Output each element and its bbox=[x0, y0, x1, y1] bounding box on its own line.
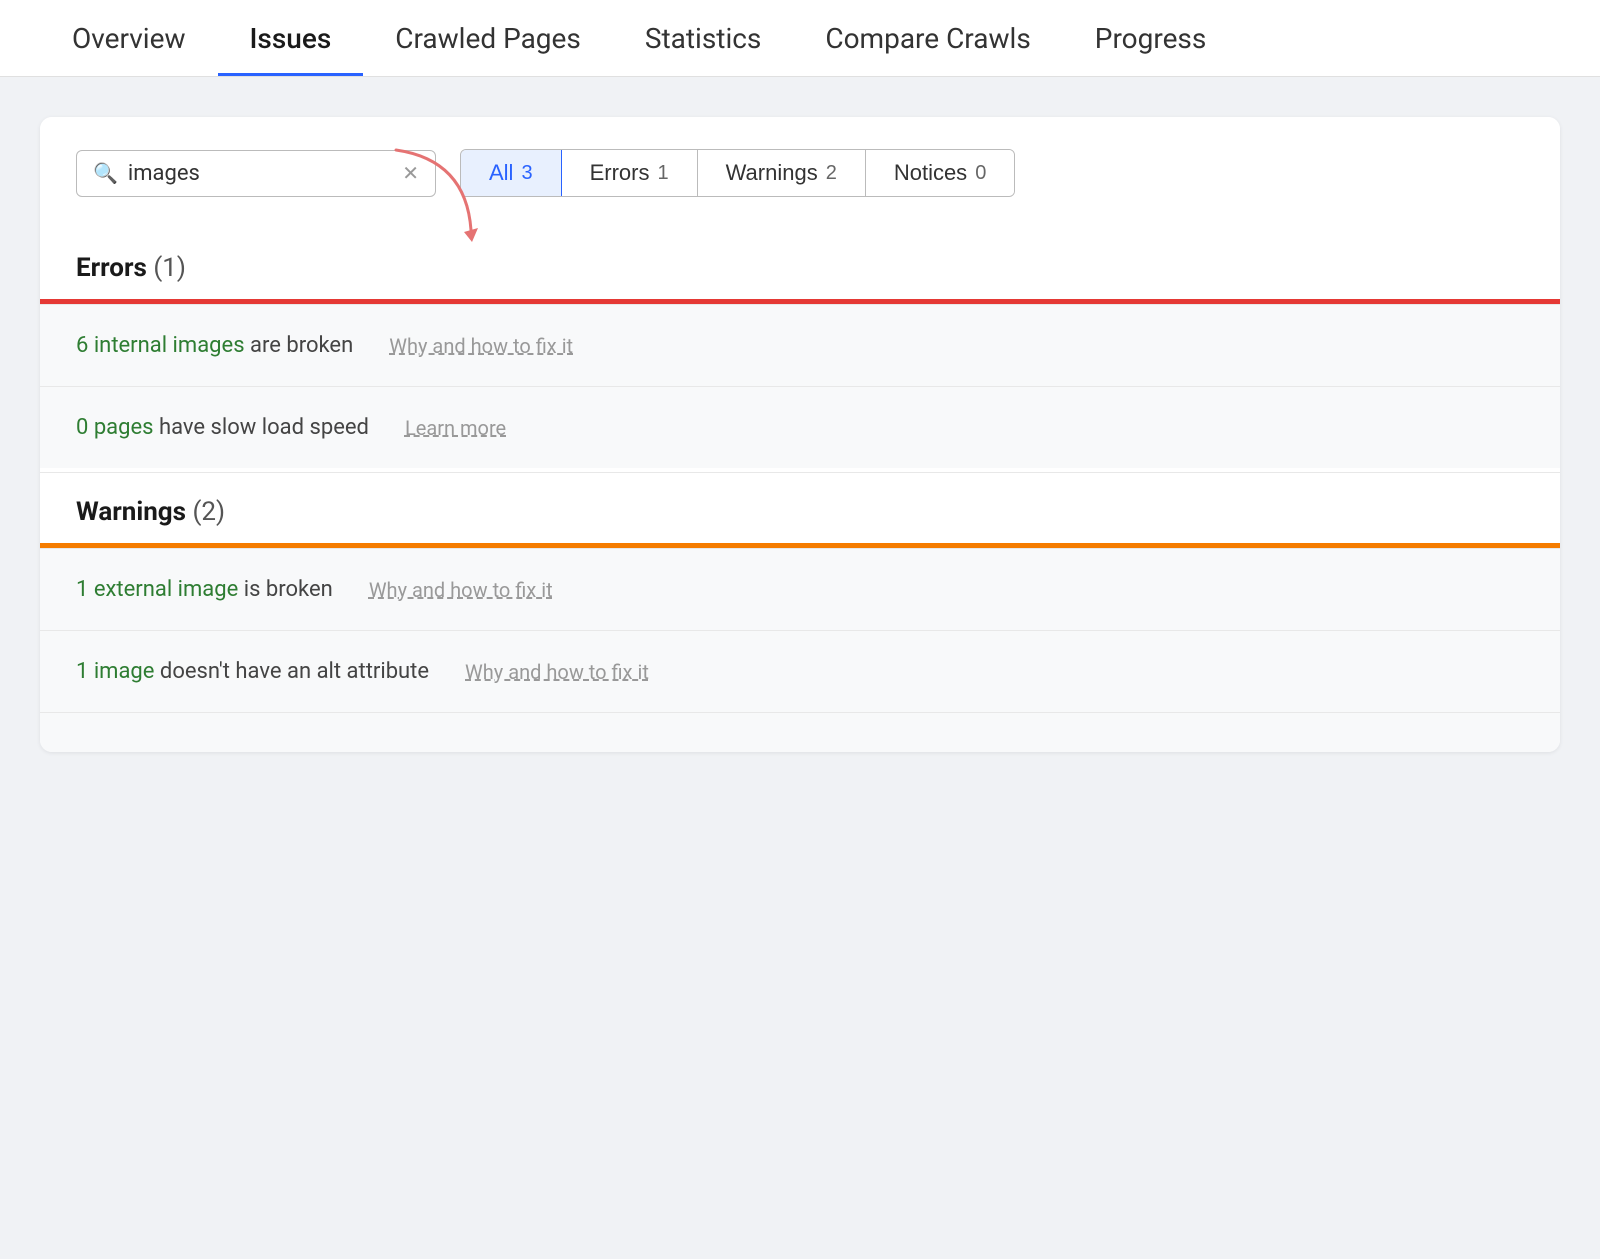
slow-load-speed-text: have slow load speed bbox=[159, 415, 369, 440]
tab-compare-crawls[interactable]: Compare Crawls bbox=[793, 0, 1062, 76]
search-area: 🔍 images ✕ bbox=[76, 150, 436, 197]
issue-row-broken-internal-images: 6 internal images are broken Why and how… bbox=[40, 304, 1560, 386]
missing-alt-text: doesn't have an alt attribute bbox=[160, 659, 429, 684]
filter-all-button[interactable]: All 3 bbox=[461, 150, 562, 196]
tab-overview[interactable]: Overview bbox=[40, 0, 218, 76]
clear-search-button[interactable]: ✕ bbox=[402, 161, 419, 185]
search-filter-bar: 🔍 images ✕ All 3 Errors 1 bbox=[40, 117, 1560, 229]
issue-row-slow-load-speed: 0 pages have slow load speed Learn more bbox=[40, 386, 1560, 468]
errors-section-header: Errors (1) bbox=[40, 229, 1560, 299]
broken-external-image-text: is broken bbox=[244, 577, 333, 602]
missing-alt-action[interactable]: Why and how to fix it bbox=[465, 660, 649, 684]
filter-group: All 3 Errors 1 Warnings 2 Notices 0 bbox=[460, 149, 1015, 197]
broken-internal-images-action[interactable]: Why and how to fix it bbox=[389, 334, 573, 358]
card-bottom-spacer bbox=[40, 712, 1560, 752]
issues-card: 🔍 images ✕ All 3 Errors 1 bbox=[40, 117, 1560, 752]
search-icon: 🔍 bbox=[93, 161, 118, 185]
filter-errors-button[interactable]: Errors 1 bbox=[562, 150, 698, 196]
nav-tabs: Overview Issues Crawled Pages Statistics… bbox=[0, 0, 1600, 77]
warnings-count: (2) bbox=[192, 497, 225, 527]
search-box[interactable]: 🔍 images ✕ bbox=[76, 150, 436, 197]
warnings-section-header: Warnings (2) bbox=[40, 472, 1560, 543]
main-content: 🔍 images ✕ All 3 Errors 1 bbox=[0, 77, 1600, 792]
missing-alt-link[interactable]: 1 image bbox=[76, 659, 154, 684]
tab-issues[interactable]: Issues bbox=[218, 0, 364, 76]
slow-load-speed-link[interactable]: 0 pages bbox=[76, 415, 154, 440]
broken-internal-images-link[interactable]: 6 internal images bbox=[76, 333, 245, 358]
issue-row-broken-external-image: 1 external image is broken Why and how t… bbox=[40, 548, 1560, 630]
tab-statistics[interactable]: Statistics bbox=[613, 0, 794, 76]
search-value: images bbox=[128, 161, 392, 186]
tab-crawled-pages[interactable]: Crawled Pages bbox=[363, 0, 613, 76]
filter-warnings-button[interactable]: Warnings 2 bbox=[698, 150, 866, 196]
slow-load-speed-action[interactable]: Learn more bbox=[405, 416, 506, 440]
broken-internal-images-text: are broken bbox=[250, 333, 353, 358]
filter-notices-button[interactable]: Notices 0 bbox=[866, 150, 1014, 196]
errors-count: (1) bbox=[153, 253, 186, 283]
broken-external-image-action[interactable]: Why and how to fix it bbox=[369, 578, 553, 602]
broken-external-image-link[interactable]: 1 external image bbox=[76, 577, 238, 602]
issue-row-missing-alt-attribute: 1 image doesn't have an alt attribute Wh… bbox=[40, 630, 1560, 712]
tab-progress[interactable]: Progress bbox=[1063, 0, 1239, 76]
